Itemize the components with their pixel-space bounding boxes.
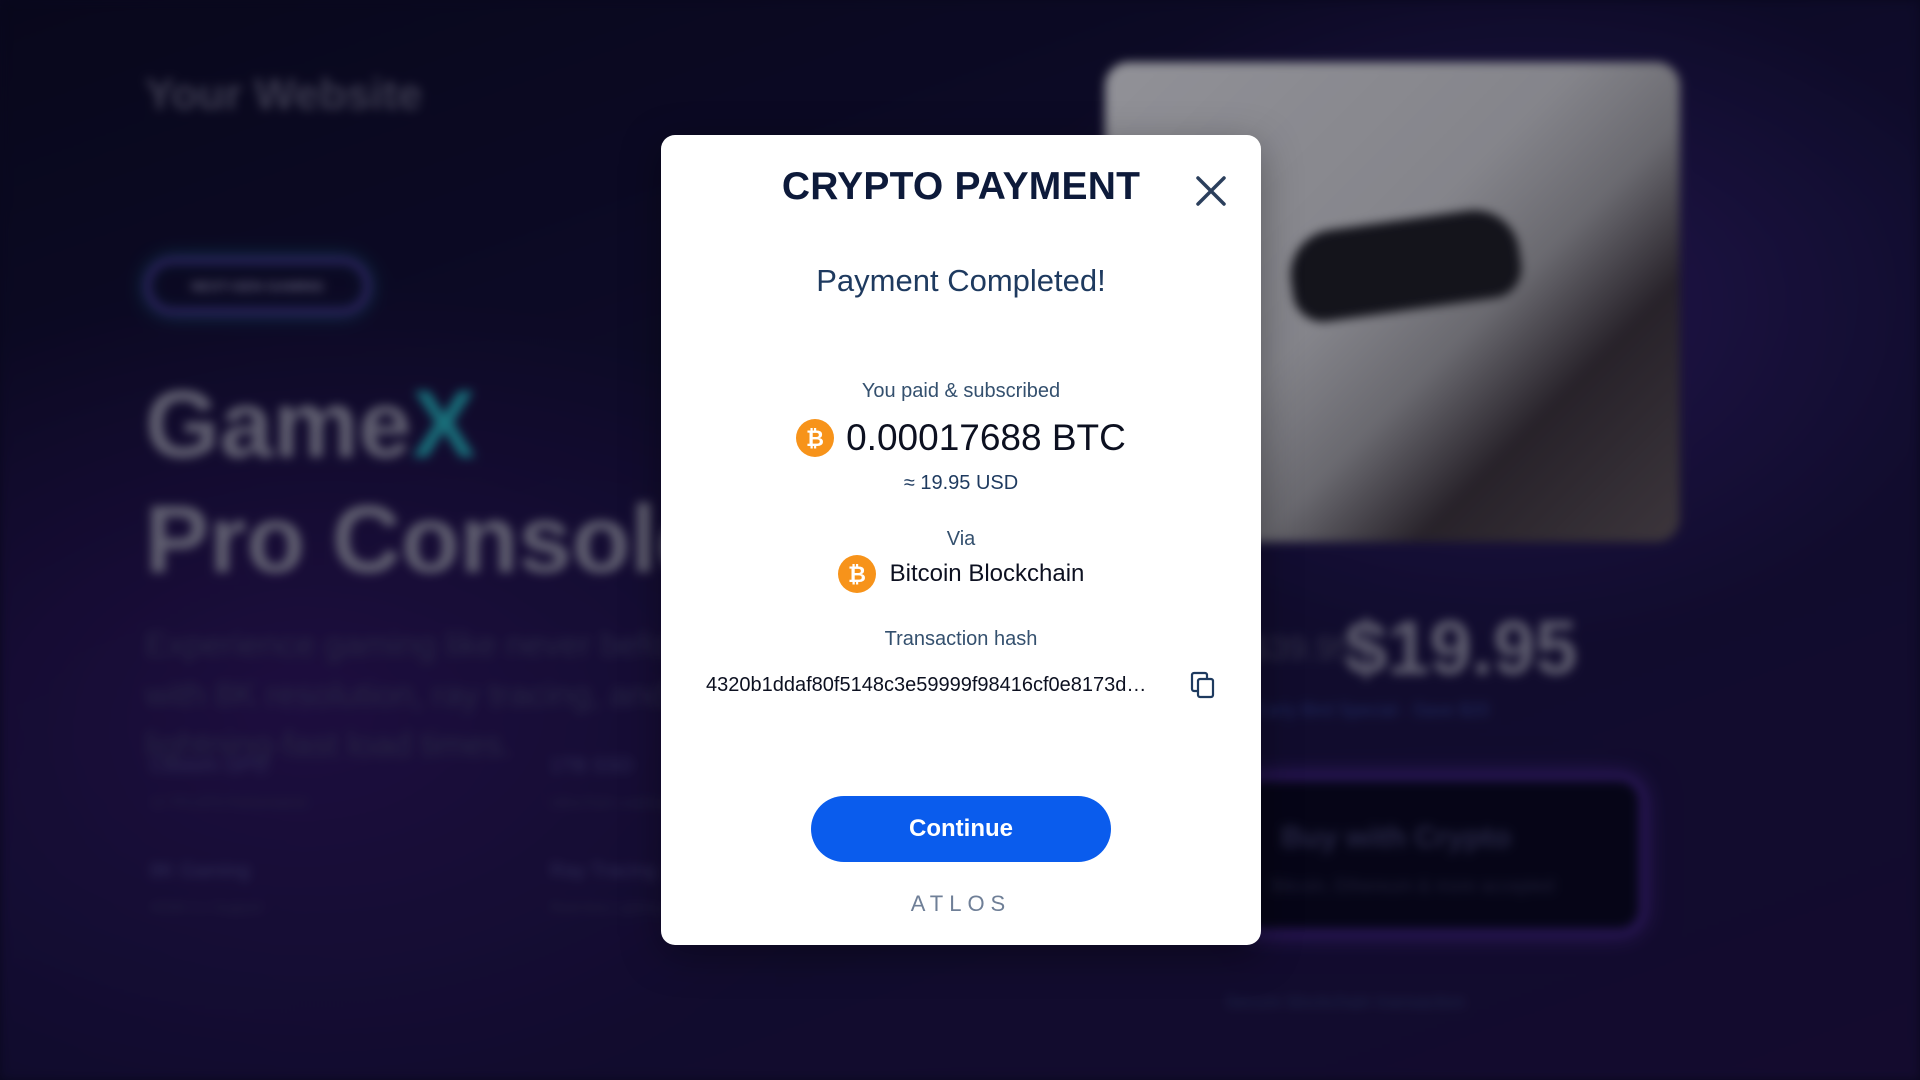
hash-row: 4320b1ddaf80f5148c3e59999f98416cf0e8173d… (706, 671, 1216, 699)
network-name: Bitcoin Blockchain (889, 560, 1085, 587)
atlos-logo: ATLOS (910, 891, 1012, 916)
copy-button[interactable] (1190, 671, 1216, 699)
crypto-payment-modal: CRYPTO PAYMENT Payment Completed! You pa… (661, 135, 1261, 945)
close-icon (1196, 176, 1226, 206)
bitcoin-icon: ₿ (837, 555, 876, 593)
copy-icon (1190, 671, 1215, 699)
usd-equivalent: ≈ 19.95 USD (903, 472, 1019, 494)
continue-button[interactable]: Continue (811, 796, 1111, 862)
network-row: ₿ Bitcoin Blockchain (661, 555, 1261, 593)
payment-amount: 0.00017688 BTC (846, 417, 1126, 458)
hash-label: Transaction hash (884, 628, 1038, 650)
svg-text:₿: ₿ (848, 563, 866, 588)
close-button[interactable] (1191, 171, 1231, 211)
payment-status: Payment Completed! (816, 263, 1106, 298)
amount-row: ₿ 0.00017688 BTC (661, 417, 1261, 459)
via-label: Via (946, 528, 976, 550)
transaction-hash[interactable]: 4320b1ddaf80f5148c3e59999f98416cf0e8173d… (706, 674, 1176, 697)
bitcoin-icon: ₿ (796, 419, 835, 457)
modal-title: CRYPTO PAYMENT (781, 165, 1141, 208)
paid-label: You paid & subscribed (861, 380, 1061, 402)
svg-text:₿: ₿ (806, 427, 824, 452)
